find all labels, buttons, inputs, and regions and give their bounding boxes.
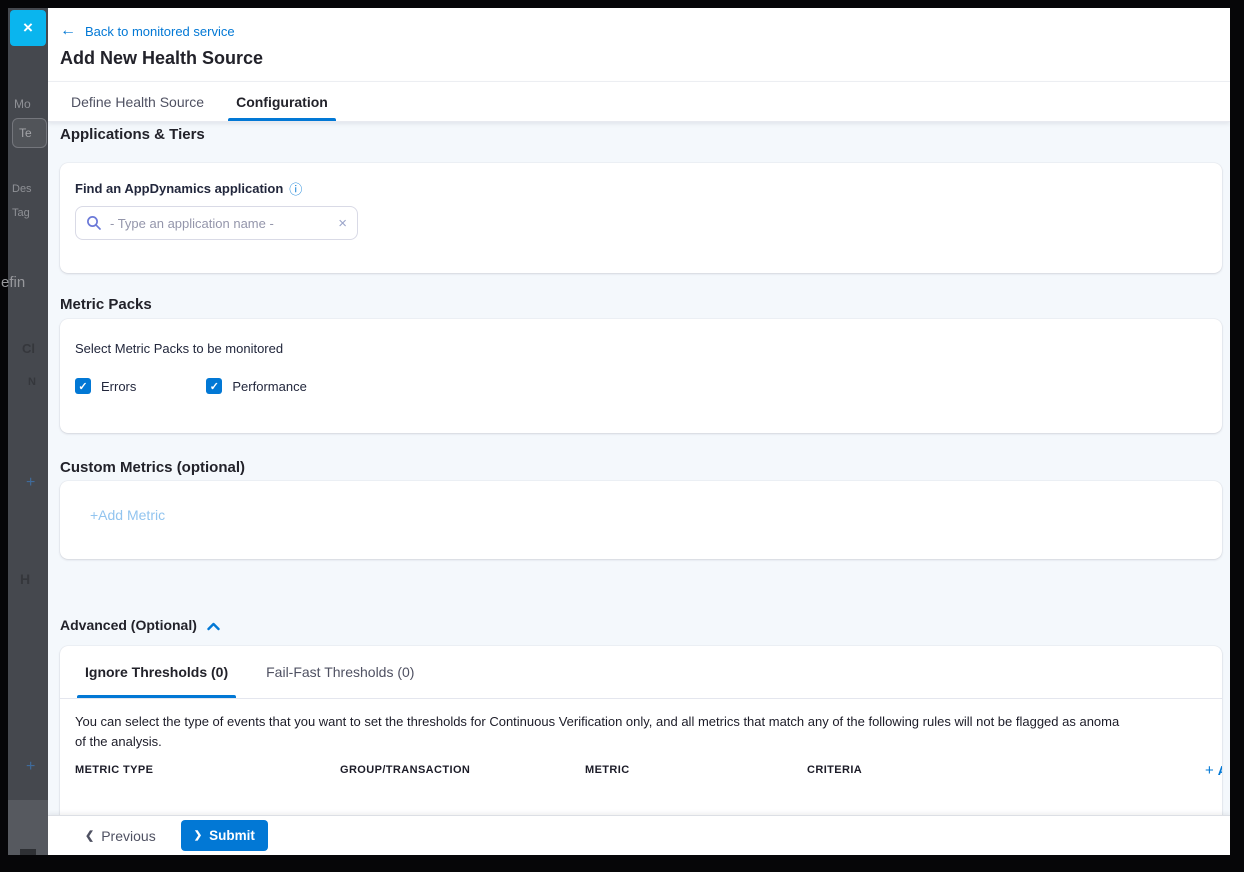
submit-label: Submit: [209, 828, 255, 843]
metric-packs-subtitle: Select Metric Packs to be monitored: [75, 341, 1206, 356]
modal-backdrop: Mo Te Des Tag efin Cl N + H +: [8, 8, 48, 855]
thresholds-table-header: METRIC TYPE GROUP/TRANSACTION METRIC CRI…: [60, 764, 1222, 780]
thresholds-description-line1: You can select the type of events that y…: [75, 712, 1207, 732]
find-application-label-text: Find an AppDynamics application: [75, 181, 283, 196]
backdrop-footer-band: [8, 800, 48, 855]
column-criteria: CRITERIA: [807, 764, 862, 776]
backdrop-footer-edge: [20, 849, 36, 855]
checkbox-checked-icon: [206, 378, 222, 394]
metric-packs-options: Errors Performance: [75, 378, 1206, 394]
configuration-content: Applications & Tiers Find an AppDynamics…: [48, 122, 1230, 815]
tab-define-health-source[interactable]: Define Health Source: [69, 82, 206, 121]
backdrop-label: Mo: [14, 97, 31, 111]
backdrop-label: Des: [12, 183, 32, 195]
drawer-header: ← Back to monitored service Add New Heal…: [48, 8, 1230, 82]
metric-packs-title: Metric Packs: [60, 296, 1230, 314]
page-title: Add New Health Source: [60, 48, 1210, 69]
advanced-optional-label: Advanced (Optional): [60, 616, 197, 634]
info-icon[interactable]: ⓘ: [289, 179, 302, 198]
previous-button[interactable]: ❮ Previous: [85, 828, 156, 844]
applications-tiers-card: Find an AppDynamics application ⓘ ×: [60, 163, 1222, 273]
chevron-up-icon: [207, 622, 220, 631]
tab-label: Ignore Thresholds (0): [85, 664, 228, 680]
application-search-box: ×: [75, 206, 358, 240]
backdrop-plus: +: [26, 758, 35, 776]
column-group-transaction: GROUP/TRANSACTION: [340, 764, 470, 776]
tab-label: Define Health Source: [71, 94, 204, 110]
checkbox-label: Errors: [101, 379, 136, 394]
thresholds-description: You can select the type of events that y…: [75, 712, 1207, 752]
tab-configuration[interactable]: Configuration: [234, 82, 330, 121]
tab-label: Configuration: [236, 94, 328, 110]
backdrop-plus: +: [26, 474, 35, 492]
backdrop-label: Cl: [22, 341, 35, 356]
metric-packs-card: Select Metric Packs to be monitored Erro…: [60, 319, 1222, 433]
backdrop-heading: efin: [1, 274, 25, 291]
checkbox-label: Performance: [232, 379, 306, 394]
find-application-label: Find an AppDynamics application ⓘ: [75, 179, 1206, 198]
thresholds-description-line2: of the analysis.: [75, 732, 1207, 752]
app-window: Mo Te Des Tag efin Cl N + H + × ← Back t…: [8, 8, 1230, 855]
back-to-monitored-service-link[interactable]: ← Back to monitored service: [60, 23, 235, 39]
tab-fail-fast-thresholds[interactable]: Fail-Fast Thresholds (0): [258, 646, 422, 698]
previous-label: Previous: [101, 828, 155, 844]
custom-metrics-title: Custom Metrics (optional): [60, 459, 1230, 477]
checkbox-performance[interactable]: Performance: [206, 378, 306, 394]
column-metric: METRIC: [585, 764, 630, 776]
search-icon: [86, 215, 102, 231]
add-threshold-link[interactable]: + Ad: [1205, 762, 1222, 779]
thresholds-tabbar: Ignore Thresholds (0) Fail-Fast Threshol…: [60, 646, 1222, 699]
add-health-source-drawer: ← Back to monitored service Add New Heal…: [48, 8, 1230, 855]
backdrop-input: Te: [12, 118, 47, 148]
application-search-input[interactable]: [110, 216, 330, 231]
backdrop-heading: H: [20, 571, 30, 587]
tab-label: Fail-Fast Thresholds (0): [266, 664, 414, 680]
tab-ignore-thresholds[interactable]: Ignore Thresholds (0): [77, 646, 236, 698]
applications-tiers-title: Applications & Tiers: [60, 126, 1230, 144]
clear-search-icon[interactable]: ×: [338, 216, 347, 231]
backdrop-label: Tag: [12, 207, 30, 219]
column-metric-type: METRIC TYPE: [75, 764, 153, 776]
plus-icon: +: [1205, 762, 1214, 779]
close-icon: ×: [23, 18, 33, 38]
chevron-left-icon: ❮: [85, 829, 94, 842]
thresholds-card: Ignore Thresholds (0) Fail-Fast Threshol…: [60, 646, 1222, 815]
screenshot-frame: Mo Te Des Tag efin Cl N + H + × ← Back t…: [0, 0, 1244, 872]
checkbox-errors[interactable]: Errors: [75, 378, 136, 394]
wizard-tabbar: Define Health Source Configuration: [48, 82, 1230, 122]
add-metric-button[interactable]: +Add Metric: [90, 507, 165, 523]
custom-metrics-card: +Add Metric: [60, 481, 1222, 559]
submit-button[interactable]: ❯ Submit: [181, 820, 268, 851]
close-drawer-button[interactable]: ×: [10, 10, 46, 46]
back-arrow-icon: ←: [60, 23, 76, 39]
advanced-optional-toggle[interactable]: Advanced (Optional): [60, 616, 220, 634]
add-threshold-label: Ad: [1218, 763, 1222, 778]
backdrop-label: N: [28, 376, 36, 388]
checkbox-checked-icon: [75, 378, 91, 394]
drawer-footer: ❮ Previous ❯ Submit: [48, 815, 1230, 855]
chevron-right-icon: ❯: [194, 830, 202, 841]
back-link-label: Back to monitored service: [85, 24, 235, 39]
